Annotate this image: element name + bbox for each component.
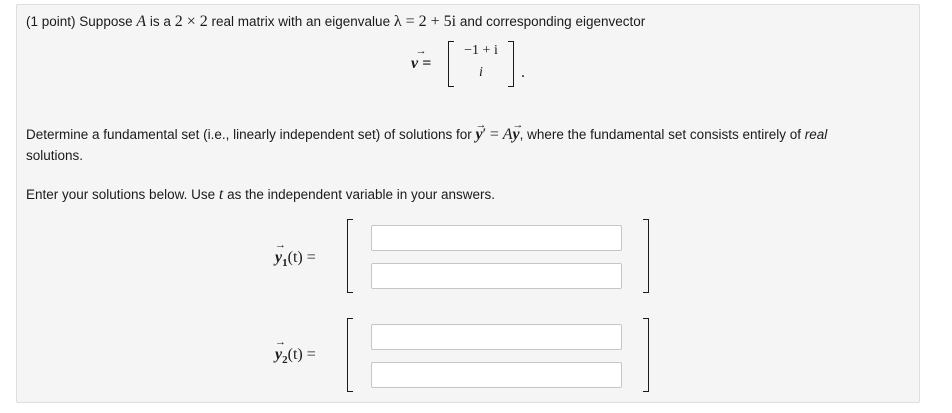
eigenvector-matrix: −1 + i i [448, 41, 524, 87]
answer-1-label: y1(t) = [275, 239, 316, 269]
eigenvector-label: v = [411, 45, 431, 73]
answer-1-left-bracket [347, 219, 353, 293]
points-label: (1 point) [26, 14, 76, 29]
answer-2-top-input[interactable] [371, 324, 622, 350]
answer-2-right-bracket [643, 318, 649, 392]
determine-text-3: solutions. [26, 148, 84, 163]
determine-text-1: Determine a fundamental set (i.e., linea… [26, 127, 472, 142]
y1-symbol: y [275, 239, 282, 267]
eigenvector-bottom-entry: i [479, 65, 483, 80]
ode-y-vector: y [476, 116, 483, 144]
y2-rest: (t) = [287, 346, 316, 363]
answer-2-left-bracket [347, 318, 353, 392]
problem-statement-line-2: Determine a fundamental set (i.e., linea… [26, 116, 828, 144]
problem-statement-line-1: (1 point) Suppose A is a 2 × 2 real matr… [26, 13, 645, 31]
problem-statement-line-3: solutions. [26, 147, 83, 165]
intro-text-2: is a [149, 14, 171, 29]
eigenvalue-expression: λ = 2 + 5i [393, 13, 457, 30]
ode-y-vector-rhs: y [512, 116, 519, 144]
answer-1-bottom-input[interactable] [371, 263, 622, 289]
determine-text-2: , where the fundamental set consists ent… [519, 127, 801, 142]
instructions-line: Enter your solutions below. Use t as the… [26, 186, 495, 204]
y2-symbol: y [275, 336, 282, 364]
matrix-dimensions: 2 × 2 [174, 13, 208, 30]
intro-text-1: Suppose [79, 14, 133, 29]
intro-text-3: real matrix with an eigenvalue [211, 14, 391, 29]
real-emphasis: real [804, 127, 828, 142]
ode-matrix-a: A [502, 126, 513, 143]
answer-2-label: y2(t) = [275, 336, 316, 366]
ode-equals: = [489, 126, 499, 143]
enter-text-2: as the independent variable in your answ… [227, 187, 496, 202]
intro-text-4: and corresponding eigenvector [459, 14, 646, 29]
eigenvector-period: . [521, 64, 525, 81]
answer-1-right-bracket [643, 219, 649, 293]
eigenvector-symbol: v = [411, 45, 431, 73]
right-bracket [508, 41, 514, 87]
enter-text-1: Enter your solutions below. Use [26, 187, 216, 202]
variable-t: t [218, 186, 224, 203]
answer-2-bottom-input[interactable] [371, 362, 622, 388]
eigenvector-top-entry: −1 + i [464, 43, 498, 58]
answer-1-top-input[interactable] [371, 225, 622, 251]
matrix-a-symbol: A [136, 13, 147, 30]
y1-rest: (t) = [287, 249, 316, 266]
